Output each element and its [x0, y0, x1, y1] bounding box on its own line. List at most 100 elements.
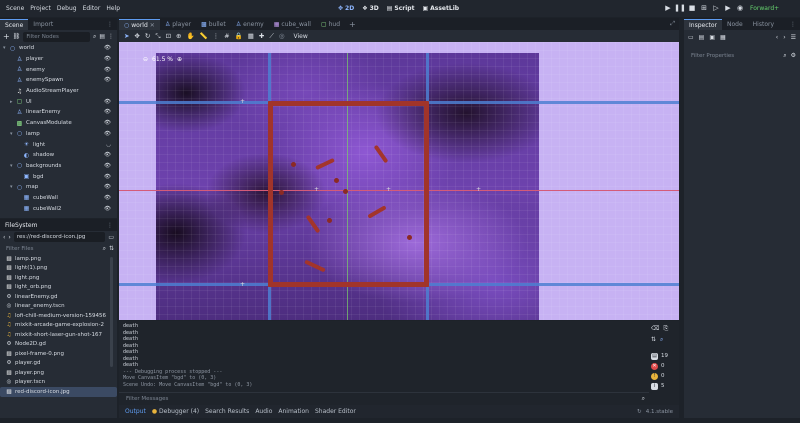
scene-tree-item[interactable]: ▦ cubeWall2 👁 [3, 203, 117, 214]
filter-files-input[interactable]: Filter Files [3, 244, 100, 254]
sort-icon[interactable]: ⇅ [109, 245, 114, 252]
menu-editor[interactable]: Editor [83, 5, 101, 12]
tab-animation[interactable]: Animation [278, 408, 309, 415]
extra-icon[interactable]: ▦ [720, 34, 726, 41]
play-scene-icon[interactable]: ▷ [710, 2, 722, 14]
search-toggle-icon[interactable]: ⌕ [660, 336, 663, 344]
search-icon[interactable]: ⌕ [642, 395, 645, 403]
back-icon[interactable]: ‹ [3, 234, 5, 241]
scene-tree-item[interactable]: ♙ enemy 👁 [3, 64, 117, 75]
visibility-eye-icon[interactable]: 👁 [104, 174, 111, 180]
log-counter[interactable]: ▤ 19 [651, 351, 673, 361]
scene-tree-item[interactable]: ♙ player 👁 [3, 54, 117, 65]
visibility-eye-icon[interactable]: 👁 [104, 184, 111, 190]
play-icon[interactable]: ▶ [662, 2, 674, 14]
filter-messages-input[interactable]: Filter Messages [123, 394, 642, 404]
scene-tree-item[interactable]: ▦ cubeWall 👁 [3, 193, 117, 204]
dock-menu-icon[interactable]: ⋮ [107, 222, 113, 229]
stop-icon[interactable]: ■ [686, 2, 698, 14]
visibility-eye-icon[interactable]: 👁 [104, 77, 111, 83]
scene-tree-item[interactable]: ♫ AudioStreamPlayer [3, 86, 117, 97]
file-item[interactable]: ⚙ Node2D.gd [0, 340, 117, 350]
tab-output[interactable]: Output [125, 408, 146, 415]
file-item[interactable]: ▨ light_orb.png [0, 283, 117, 293]
history-forward-icon[interactable]: › [783, 34, 785, 41]
menu-scene[interactable]: Scene [6, 5, 24, 12]
bullet-dot[interactable] [407, 235, 412, 240]
scene-tab[interactable]: ♙ player [160, 19, 196, 30]
zoom-out-icon[interactable]: ⊖ [143, 56, 148, 63]
zoom-level[interactable]: 61.5 % [152, 56, 173, 63]
dock-menu-icon[interactable]: ⋮ [108, 33, 114, 40]
file-item[interactable]: ▨ light.png [0, 273, 117, 283]
search-icon[interactable]: ⌕ [103, 245, 106, 253]
scene-tree-item[interactable]: ▾ ○ lamp 👁 [3, 129, 117, 140]
bone-icon[interactable]: ⟋ [269, 32, 274, 41]
move-tool-icon[interactable]: ✥ [134, 32, 139, 40]
update-spinner-icon[interactable]: ↻ [637, 409, 642, 415]
cube-wall-right[interactable] [424, 101, 429, 287]
scene-tree-item[interactable]: ♙ linearEnemy 👁 [3, 107, 117, 118]
pivot-tool-icon[interactable]: ⊕ [176, 32, 181, 40]
file-item[interactable]: ⚙ player.gd [0, 359, 117, 369]
visibility-icon[interactable]: ◎ [279, 32, 285, 40]
workspace-3d-button[interactable]: ❖ 3D [362, 5, 379, 12]
group-icon[interactable]: ▦ [248, 32, 254, 40]
file-item[interactable]: ▨ red-discord-icon.jpg [0, 387, 117, 397]
cube-wall-left[interactable] [268, 101, 273, 287]
visibility-eye-icon[interactable]: 👁 [104, 109, 111, 115]
path-field[interactable]: res://red-discord-icon.jpg [13, 232, 106, 242]
load-resource-icon[interactable]: ▤ [699, 34, 705, 41]
smart-snap-icon[interactable]: ⋮ [213, 32, 220, 40]
file-item[interactable]: ▨ pixel-frame-0.png [0, 349, 117, 359]
lock-icon[interactable]: 🔒 [235, 32, 243, 40]
scene-tab[interactable]: ▢ hud [316, 19, 345, 30]
tab-search-results[interactable]: Search Results [205, 408, 249, 415]
tab-scene[interactable]: Scene [0, 19, 29, 30]
cube-wall-bottom[interactable] [268, 282, 429, 287]
file-item[interactable]: ♫ mixkit-short-laser-gun-shot-167 [0, 330, 117, 340]
bullet-dot[interactable] [291, 162, 296, 167]
new-resource-icon[interactable]: ▭ [688, 34, 694, 41]
grid-snap-icon[interactable]: # [224, 32, 229, 40]
file-item[interactable]: ◎ player.tscn [0, 378, 117, 388]
movie-icon[interactable]: ◉ [734, 2, 746, 14]
visibility-eye-icon[interactable]: 👁 [104, 99, 111, 105]
file-item[interactable]: ⚙ linearEnemy.gd [0, 292, 117, 302]
scene-tab[interactable]: ▩ bullet [196, 19, 231, 30]
copy-icon[interactable]: ⎘ [663, 325, 668, 333]
visibility-eye-icon[interactable]: 👁 [104, 206, 111, 212]
history-menu-icon[interactable]: ☰ [791, 34, 796, 41]
scene-tree-item[interactable]: ▾ ○ map 👁 [3, 182, 117, 193]
scene-tab[interactable]: ○ world ✕ [119, 19, 160, 30]
workspace-script-button[interactable]: ▤ Script [387, 5, 415, 12]
file-item[interactable]: ♫ lofi-chill-medium-version-159456 [0, 311, 117, 321]
forward-icon[interactable]: › [8, 234, 10, 241]
file-list-scrollbar[interactable] [110, 257, 113, 367]
visibility-eye-icon[interactable]: 👁 [104, 163, 111, 169]
scene-tree-item[interactable]: ◐ shadow 👁 [3, 150, 117, 161]
settings-icon[interactable]: ⚙ [791, 52, 796, 59]
renderer-select[interactable]: Forward+ [750, 5, 779, 12]
workspace-assetlib-button[interactable]: ▣ AssetLib [422, 5, 459, 12]
scene-tree-item[interactable]: ▣ bgd 👁 [3, 171, 117, 182]
file-item[interactable]: ▨ player.png [0, 368, 117, 378]
visibility-eye-icon[interactable]: 👁 [104, 131, 111, 137]
error-counter[interactable]: ✕ 0 [651, 361, 673, 371]
warning-counter[interactable]: ! 0 [651, 371, 673, 381]
scene-tree-item[interactable]: ▾ ○ backgrounds 👁 [3, 161, 117, 172]
remote-debug-icon[interactable]: ⊞ [698, 2, 710, 14]
filter-properties-input[interactable]: Filter Properties [688, 51, 779, 61]
tab-history[interactable]: History [748, 19, 779, 30]
dock-menu-icon[interactable]: ⋮ [790, 21, 796, 28]
bullet-dot[interactable] [327, 218, 332, 223]
menu-help[interactable]: Help [106, 5, 120, 12]
scene-tree-item[interactable]: ▾ ○ world 👁 [3, 43, 117, 54]
tab-debugger[interactable]: ● Debugger (4) [152, 408, 199, 415]
zoom-in-icon[interactable]: ⊕ [177, 56, 182, 63]
pan-tool-icon[interactable]: ✋ [186, 32, 194, 40]
file-item[interactable]: ▨ lamp.png [0, 254, 117, 264]
scene-tab[interactable]: ♙ enemy [231, 19, 269, 30]
visibility-eye-icon[interactable]: 👁 [104, 152, 111, 158]
info-counter[interactable]: i5 [651, 381, 673, 391]
